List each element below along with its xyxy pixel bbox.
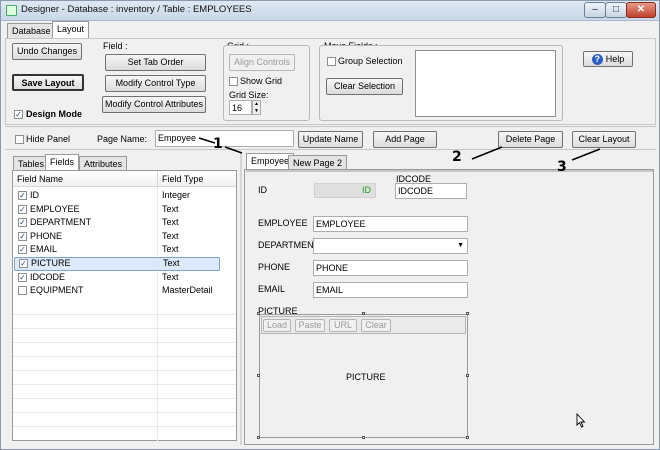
annotation-lines	[198, 137, 601, 161]
annotation-1: 1	[213, 136, 223, 152]
annotation-2: 2	[452, 149, 462, 165]
annotation-3: 3	[557, 159, 567, 175]
